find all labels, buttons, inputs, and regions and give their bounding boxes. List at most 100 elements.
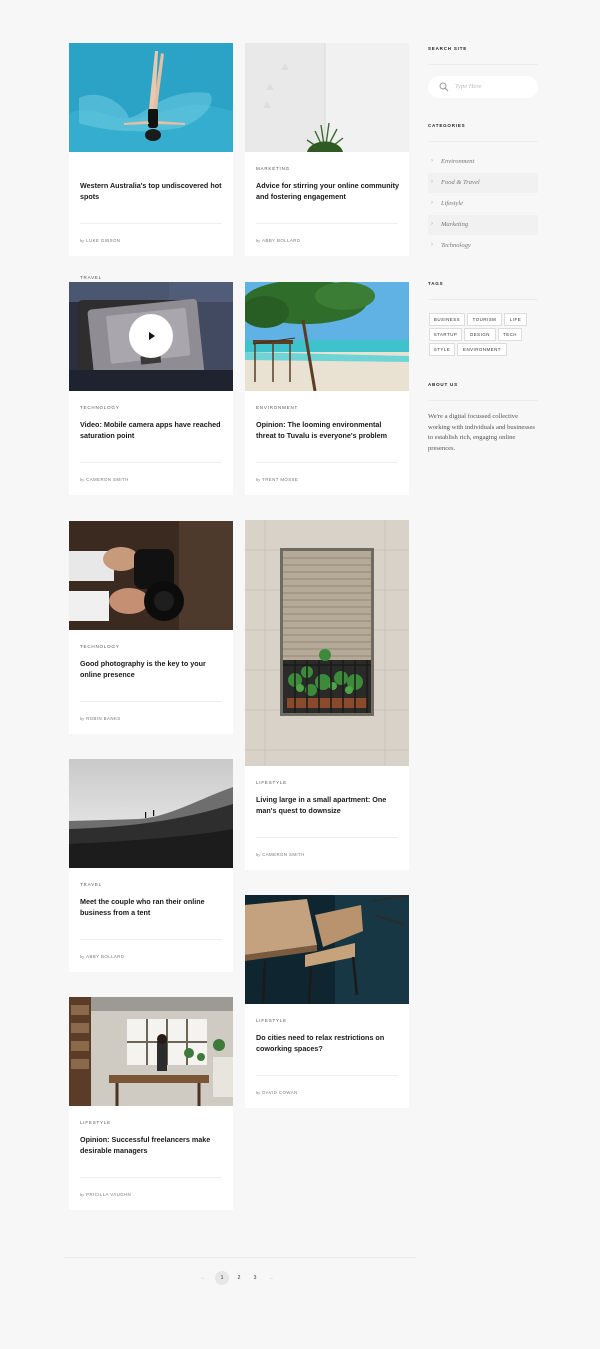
by-label: by [256, 852, 261, 857]
post-card[interactable]: Travel Meet the couple who ran their onl… [69, 759, 233, 972]
tag-environment[interactable]: Environment [457, 343, 507, 356]
tag-business[interactable]: Business [429, 313, 465, 326]
chevron-right-icon: › [431, 158, 433, 164]
page-2-button[interactable]: 2 [232, 1271, 246, 1285]
author-name[interactable]: Robin Banks [86, 716, 120, 721]
post-author[interactable]: by Cameron Smith [256, 852, 305, 857]
post-card[interactable]: Lifestyle Opinion: Successful freelancer… [69, 997, 233, 1210]
post-author[interactable]: by David Cowan [256, 1090, 298, 1095]
divider [80, 223, 222, 224]
post-category[interactable]: Lifestyle [256, 780, 287, 785]
author-name[interactable]: Cameron Smith [86, 477, 129, 482]
post-image-swimmer[interactable] [69, 43, 233, 152]
tag-style[interactable]: Style [429, 343, 455, 356]
play-video-button[interactable] [129, 314, 173, 358]
post-category[interactable]: Lifestyle [256, 1018, 287, 1023]
divider [80, 701, 222, 702]
post-author[interactable]: by Robin Banks [80, 716, 121, 721]
category-item-technology[interactable]: › Technology [428, 236, 538, 256]
post-author[interactable]: by Luke Gibson [80, 238, 120, 243]
post-title[interactable]: Video: Mobile camera apps have reached s… [80, 419, 223, 441]
tag-tech[interactable]: Tech [498, 328, 522, 341]
category-item-food-travel[interactable]: › Food & Travel [428, 173, 538, 193]
tag-startup[interactable]: Startup [429, 328, 462, 341]
search-icon [439, 82, 449, 92]
author-name[interactable]: Luke Gibson [86, 238, 120, 243]
divider [428, 299, 538, 300]
about-heading: About Us [428, 382, 458, 387]
post-title[interactable]: Opinion: The looming environmental threa… [256, 419, 399, 441]
post-title[interactable]: Western Australia's top undiscovered hot… [80, 180, 223, 202]
post-image-camera-hands[interactable] [69, 521, 233, 630]
post-category[interactable]: Technology [80, 644, 120, 649]
author-name[interactable]: Pricilla Vaughn [86, 1192, 131, 1197]
page-1-button[interactable]: 1 [215, 1271, 229, 1285]
post-author[interactable]: by Abby Bollard [80, 954, 124, 959]
post-category[interactable]: Marketing [256, 166, 290, 171]
post-image-office[interactable] [69, 997, 233, 1106]
tag-life[interactable]: Life [504, 313, 527, 326]
author-name[interactable]: David Cowan [262, 1090, 297, 1095]
post-card[interactable]: Marketing Advice for stirring your onlin… [245, 43, 409, 256]
category-item-lifestyle[interactable]: › Lifestyle [428, 194, 538, 214]
chevron-right-icon: › [431, 179, 433, 185]
post-category[interactable]: Environment [256, 405, 298, 410]
post-author[interactable]: by Cameron Smith [80, 477, 129, 482]
post-author[interactable]: by Trent Mosse [256, 477, 298, 482]
category-item-environment[interactable]: › Environment [428, 152, 538, 172]
post-title[interactable]: Meet the couple who ran their online bus… [80, 896, 223, 918]
by-label: by [80, 238, 85, 243]
post-category[interactable]: Technology [80, 405, 120, 410]
divider [64, 1257, 416, 1258]
post-image-beach[interactable] [245, 282, 409, 391]
post-card[interactable]: Technology Good photography is the key t… [69, 521, 233, 734]
author-name[interactable]: Cameron Smith [262, 852, 305, 857]
post-author[interactable]: by Pricilla Vaughn [80, 1192, 131, 1197]
author-name[interactable]: Abby Bollard [86, 954, 124, 959]
post-category[interactable]: Lifestyle [80, 1120, 111, 1125]
chevron-right-icon: › [431, 242, 433, 248]
post-image-window-plants[interactable] [245, 520, 409, 766]
page-3-button[interactable]: 3 [248, 1271, 262, 1285]
chevron-right-icon: › [431, 221, 433, 227]
by-label: by [80, 954, 85, 959]
post-title[interactable]: Opinion: Successful freelancers make des… [80, 1134, 223, 1156]
by-label: by [256, 238, 261, 243]
by-label: by [256, 1090, 261, 1095]
author-name[interactable]: Abby Bollard [262, 238, 300, 243]
divider [256, 223, 398, 224]
about-text: We're a digital focussed collective work… [428, 413, 535, 452]
by-label: by [256, 477, 261, 482]
post-title[interactable]: Advice for stirring your online communit… [256, 180, 399, 202]
by-label: by [80, 1192, 85, 1197]
search-input[interactable]: Type Here [428, 76, 538, 98]
tag-tourism[interactable]: Tourism [467, 313, 502, 326]
tag-design[interactable]: Design [464, 328, 496, 341]
chevron-right-icon: › [431, 200, 433, 206]
category-item-marketing[interactable]: › Marketing [428, 215, 538, 235]
post-card[interactable]: Travel Western Australia's top undiscove… [69, 43, 233, 280]
author-name[interactable]: Trent Mosse [262, 477, 298, 482]
divider [256, 462, 398, 463]
search-placeholder: Type Here [455, 82, 482, 90]
post-card[interactable]: Environment Opinion: The looming environ… [245, 282, 409, 495]
post-image-cassette[interactable] [69, 282, 233, 391]
post-title[interactable]: Good photography is the key to your onli… [80, 658, 223, 680]
next-page-arrow[interactable]: → [268, 1271, 274, 1285]
category-label: Environment [441, 158, 475, 165]
post-category[interactable]: Travel [80, 275, 102, 280]
post-image-cafe-table[interactable] [245, 895, 409, 1004]
post-card[interactable]: Lifestyle Do cities need to relax restri… [245, 895, 409, 1108]
post-card[interactable]: Lifestyle Living large in a small apartm… [245, 520, 409, 870]
post-author[interactable]: by Abby Bollard [256, 238, 300, 243]
post-title[interactable]: Living large in a small apartment: One m… [256, 794, 399, 816]
tags-heading: Tags [428, 281, 444, 286]
post-image-dunes[interactable] [69, 759, 233, 868]
post-image-plant-corner[interactable] [245, 43, 409, 152]
divider [256, 837, 398, 838]
post-card[interactable]: Technology Video: Mobile camera apps hav… [69, 282, 233, 495]
post-title[interactable]: Do cities need to relax restrictions on … [256, 1032, 399, 1054]
previous-page-arrow[interactable]: ← [200, 1271, 206, 1285]
post-category[interactable]: Travel [80, 882, 102, 887]
divider [80, 462, 222, 463]
